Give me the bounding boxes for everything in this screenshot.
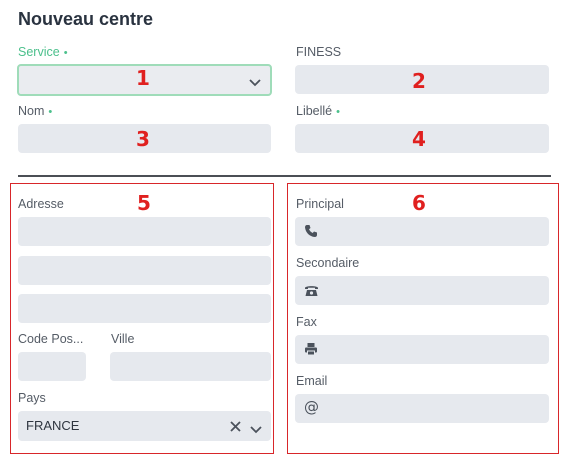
fax-input[interactable] (295, 335, 549, 364)
ville-input[interactable] (110, 352, 271, 381)
finess-label: FINESS (296, 45, 342, 59)
required-mark: • (48, 106, 53, 118)
annotation-2: 2 (412, 69, 426, 93)
pays-label: Pays (18, 391, 46, 405)
phone-icon (304, 224, 318, 240)
pays-value: FRANCE (26, 418, 80, 433)
principal-input[interactable] (295, 217, 549, 246)
section-separator (18, 175, 551, 177)
principal-label: Principal (296, 197, 344, 211)
annotation-4: 4 (412, 127, 426, 151)
form-title: Nouveau centre (18, 9, 154, 29)
clear-icon[interactable] (230, 420, 241, 434)
adresse-line2-input[interactable] (18, 256, 271, 285)
chevron-down-icon[interactable] (249, 75, 261, 89)
at-icon: @ (304, 398, 319, 416)
annotation-5: 5 (137, 191, 151, 215)
adresse-line1-input[interactable] (18, 217, 271, 246)
annotation-1: 1 (136, 66, 150, 90)
required-mark: • (63, 47, 68, 59)
libelle-label: Libellé • (296, 104, 340, 118)
ville-label: Ville (111, 332, 135, 346)
chevron-down-icon[interactable] (250, 422, 262, 436)
fax-icon (304, 342, 318, 358)
secondaire-label: Secondaire (296, 256, 360, 270)
fax-label: Fax (296, 315, 317, 329)
nom-label: Nom • (18, 104, 53, 118)
adresse-label: Adresse (18, 197, 64, 211)
code-postal-label: Code Pos... (18, 332, 84, 346)
pays-select[interactable]: FRANCE (18, 411, 271, 441)
desk-phone-icon (304, 284, 319, 299)
email-label: Email (296, 374, 328, 388)
secondaire-input[interactable] (295, 276, 549, 305)
annotation-3: 3 (136, 127, 150, 151)
annotation-6: 6 (412, 191, 426, 215)
email-input[interactable]: @ (295, 394, 549, 423)
code-postal-input[interactable] (18, 352, 86, 381)
adresse-line3-input[interactable] (18, 294, 271, 323)
required-mark: • (336, 106, 340, 118)
service-label: Service • (18, 45, 68, 59)
